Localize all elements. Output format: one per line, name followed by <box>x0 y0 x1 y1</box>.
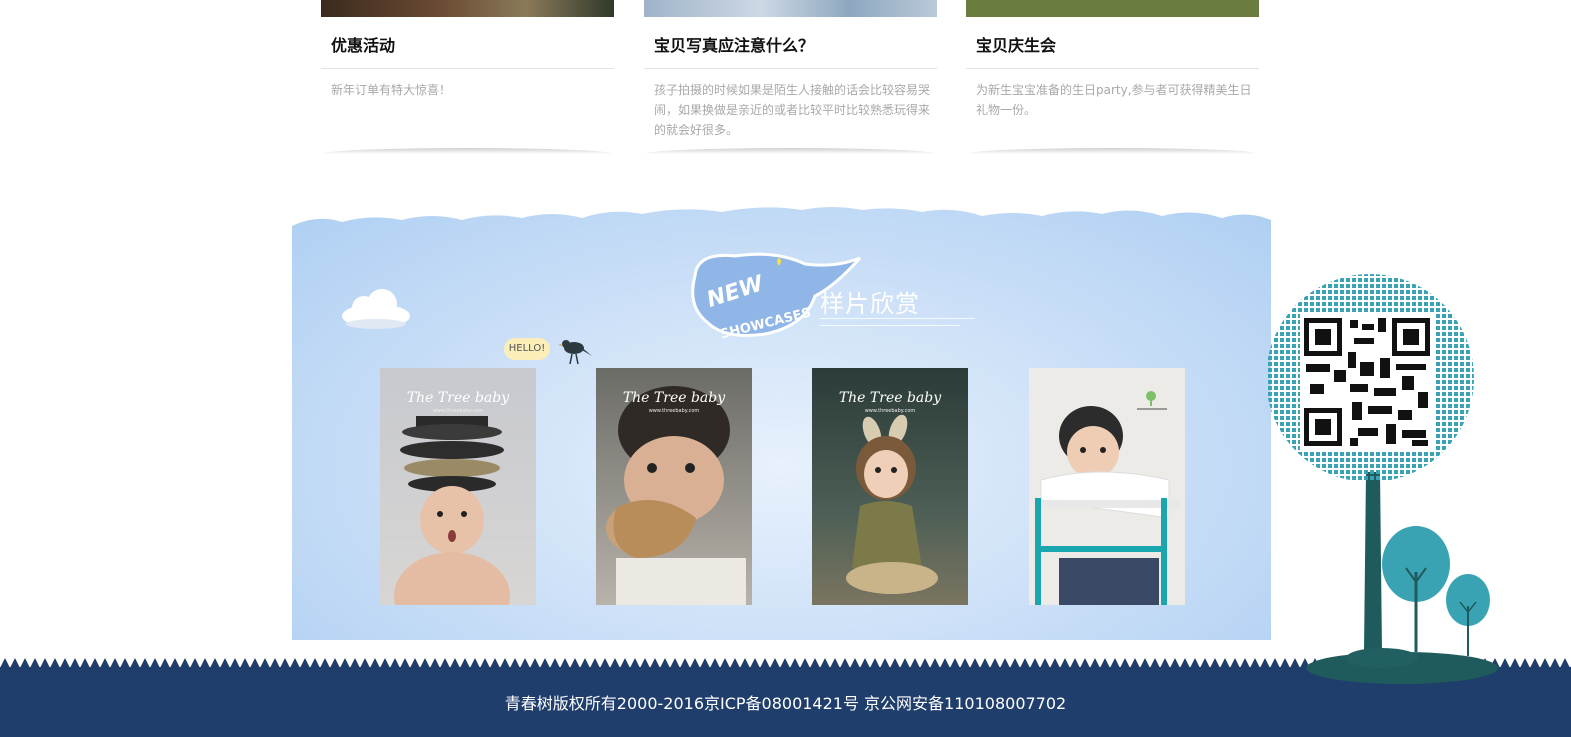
card-shadow <box>966 148 1259 154</box>
card-description: 孩子拍摄的时候如果是陌生人接触的话会比较容易哭闹，如果换做是亲近的或者比较平时比… <box>654 83 931 137</box>
news-card-photo-tips[interactable]: 宝贝写真应注意什么？ 孩子拍摄的时候如果是陌生人接触的话会比较容易哭闹，如果换做… <box>644 0 937 155</box>
card-divider <box>321 68 614 69</box>
card-thumbnail[interactable] <box>321 0 614 17</box>
showcase-photo-3[interactable]: The Tree baby www.threebaby.com <box>812 368 968 605</box>
section-title: 样片欣赏 <box>820 290 920 318</box>
photo-watermark: The Tree baby <box>622 390 726 406</box>
card-divider <box>644 68 937 69</box>
news-card-birthday[interactable]: 宝贝庆生会 为新生宝宝准备的生日party,参与者可获得精美生日礼物一份。 <box>966 0 1259 155</box>
showcase-photo-4[interactable] <box>1029 368 1185 605</box>
hello-bubble: HELLO! <box>504 338 550 360</box>
card-description: 新年订单有特大惊喜！ <box>331 83 452 97</box>
card-divider <box>966 68 1259 69</box>
card-shadow <box>321 148 614 154</box>
bird-icon <box>558 340 592 365</box>
cloud-decoration <box>342 289 410 329</box>
card-thumbnail[interactable] <box>644 0 937 17</box>
showcase-section: NEW SHOWCASES 样片欣赏 HELLO! The Tree baby <box>292 206 1271 640</box>
showcase-photo-2[interactable]: The Tree baby www.threebaby.com <box>596 368 752 605</box>
photo-watermark-url: www.threebaby.com <box>648 408 700 414</box>
showcase-photo-1[interactable]: The Tree baby www.threebaby.com <box>380 368 536 605</box>
news-card-promotions[interactable]: 优惠活动 新年订单有特大惊喜！ <box>321 0 614 155</box>
photo-watermark-url: www.threebaby.com <box>864 408 916 414</box>
photo-watermark: The Tree baby <box>406 390 510 406</box>
card-thumbnail[interactable] <box>966 0 1259 17</box>
photo-boy-chair <box>1035 391 1181 605</box>
card-title[interactable]: 宝贝写真应注意什么？ <box>654 32 814 56</box>
wave-top-decoration <box>292 206 1271 226</box>
card-title[interactable]: 优惠活动 <box>331 32 395 56</box>
title-decoration-lines <box>820 318 975 332</box>
qr-code-tree[interactable] <box>1262 272 1502 690</box>
card-title[interactable]: 宝贝庆生会 <box>976 32 1056 56</box>
card-description: 为新生宝宝准备的生日party,参与者可获得精美生日礼物一份。 <box>976 83 1252 117</box>
photo-watermark-url: www.threebaby.com <box>432 408 484 414</box>
photo-watermark: The Tree baby <box>838 390 942 406</box>
footer-copyright: 青春树版权所有2000-2016京ICP备08001421号 京公网安备1101… <box>504 694 1067 713</box>
card-shadow <box>644 148 937 154</box>
